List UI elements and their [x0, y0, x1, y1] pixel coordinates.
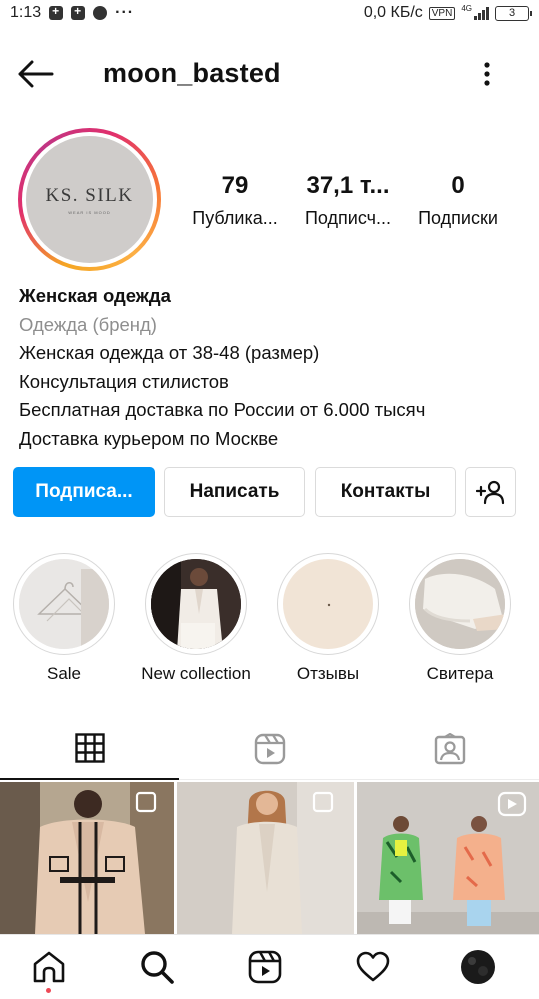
- vpn-badge: VPN: [428, 6, 456, 20]
- grid-icon: [74, 733, 105, 763]
- highlight-reviews[interactable]: Отзывы: [277, 553, 379, 684]
- chat-icon: [93, 6, 108, 20]
- post-thumbnail[interactable]: [0, 782, 174, 934]
- posts-stat[interactable]: 79 Публика...: [186, 172, 284, 229]
- profile-bio: Женская одежда Одежда (бренд) Женская од…: [19, 282, 529, 453]
- tagged-icon: [434, 733, 465, 765]
- bio-line: Консультация стилистов: [19, 370, 229, 392]
- highlight-cover: [283, 559, 373, 649]
- nav-home[interactable]: [29, 949, 69, 985]
- heart-icon: [356, 951, 390, 982]
- add-person-icon: [475, 480, 504, 505]
- bio-line: Доставка курьером по Москве: [19, 427, 279, 449]
- more-notifications-icon: ···: [115, 4, 135, 21]
- suggest-users-button[interactable]: [465, 467, 516, 517]
- reels-icon: [254, 733, 285, 765]
- followers-stat[interactable]: 37,1 т... Подписч...: [296, 172, 400, 229]
- signal-icon: [474, 6, 489, 20]
- notification-icon: [49, 4, 64, 20]
- subscribe-button[interactable]: Подписа...: [13, 467, 155, 517]
- battery-icon: 3: [495, 5, 532, 21]
- profile-tabs: [0, 718, 539, 780]
- notification-icon: [71, 4, 86, 20]
- bio-line: Женская одежда от 38-48 (размер): [19, 342, 320, 363]
- profile-category: Одежда (бренд): [19, 313, 157, 335]
- posts-grid: [0, 782, 539, 934]
- bottom-navigation: [0, 934, 539, 999]
- profile-display-name: Женская одежда: [19, 285, 171, 306]
- profile-header: moon_basted: [0, 46, 539, 102]
- post-thumbnail[interactable]: [357, 782, 539, 934]
- tab-posts-grid[interactable]: [0, 718, 179, 780]
- nav-search[interactable]: [137, 949, 177, 985]
- nav-reels[interactable]: [245, 949, 285, 985]
- contacts-button[interactable]: Контакты: [315, 467, 456, 517]
- network-type: 4G: [461, 4, 472, 13]
- profile-avatar[interactable]: KS. SILK WEAR IS MOOD: [18, 128, 161, 271]
- highlight-sale[interactable]: Sale: [13, 553, 115, 684]
- post-thumbnail[interactable]: [177, 782, 354, 934]
- more-options-icon[interactable]: [476, 60, 498, 88]
- highlight-cover: [151, 559, 241, 649]
- profile-actions: Подписа... Написать Контакты: [0, 467, 539, 519]
- network-speed: 0,0 КБ/с: [363, 4, 423, 21]
- brand-logo: KS. SILK WEAR IS MOOD: [26, 136, 153, 263]
- back-arrow-icon[interactable]: [18, 60, 54, 88]
- status-time: 1:13: [10, 4, 42, 21]
- tab-tagged[interactable]: [360, 718, 539, 780]
- message-button[interactable]: Написать: [164, 467, 305, 517]
- nav-activity[interactable]: [353, 949, 393, 985]
- notification-dot: [46, 988, 51, 993]
- tab-reels[interactable]: [180, 718, 359, 780]
- bio-line: Бесплатная доставка по России от 6.000 т…: [19, 399, 426, 420]
- home-icon: [33, 951, 65, 983]
- profile-username: moon_basted: [103, 58, 281, 88]
- reels-icon: [248, 950, 282, 984]
- status-bar: 1:13 ··· 0,0 КБ/с VPN 4G 3: [0, 0, 539, 26]
- profile-avatar-icon: [461, 950, 495, 984]
- highlight-cover: [19, 559, 109, 649]
- search-icon: [141, 951, 174, 984]
- following-stat[interactable]: 0 Подписки: [408, 172, 508, 229]
- highlight-new-collection[interactable]: New collection: [141, 553, 251, 684]
- highlight-sweaters[interactable]: Свитера: [409, 553, 511, 684]
- highlight-cover: [415, 559, 505, 649]
- highlight-label: Свитера: [426, 664, 494, 683]
- nav-profile[interactable]: [458, 949, 498, 985]
